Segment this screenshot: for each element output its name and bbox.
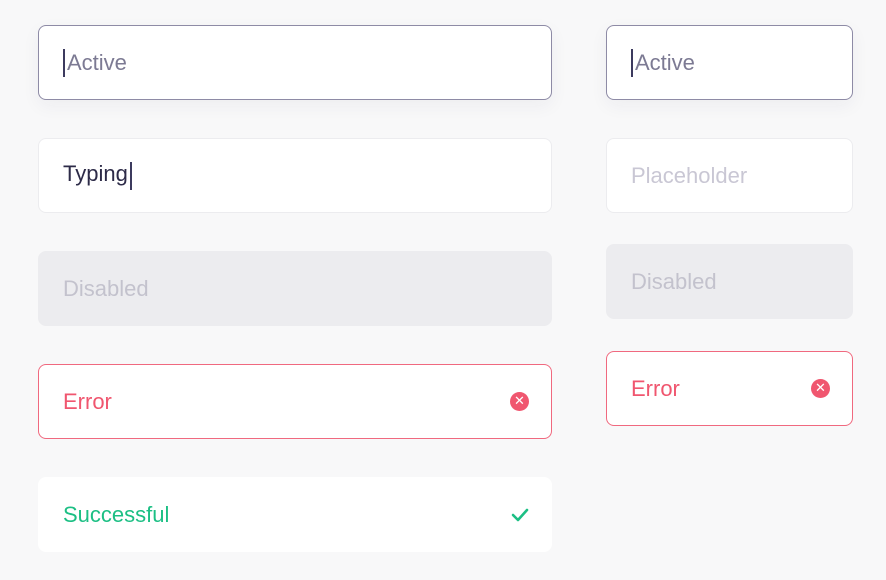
active-input-compact-text: Active [635, 49, 695, 75]
text-caret [63, 48, 65, 77]
active-input-compact[interactable]: Active [606, 25, 853, 100]
disabled-input: Disabled [38, 251, 552, 326]
typing-input[interactable]: Typing [38, 138, 552, 213]
error-input-compact[interactable]: Error ✕ [606, 351, 853, 426]
disabled-input-compact-text: Disabled [631, 268, 717, 294]
error-input[interactable]: Error ✕ [38, 364, 552, 439]
error-circle-icon[interactable]: ✕ [510, 392, 529, 411]
disabled-input-text: Disabled [63, 275, 149, 301]
placeholder-input-text: Placeholder [631, 162, 748, 188]
disabled-input-compact: Disabled [606, 244, 853, 319]
error-input-compact-text: Error [631, 375, 680, 401]
success-input[interactable]: Successful [38, 477, 552, 552]
checkmark-icon [511, 508, 529, 522]
active-input[interactable]: Active [38, 25, 552, 100]
success-input-text: Successful [63, 501, 170, 527]
error-input-text: Error [63, 388, 112, 414]
placeholder-input[interactable]: Placeholder [606, 138, 853, 213]
typing-input-text: Typing [63, 161, 529, 190]
active-input-text: Active [67, 49, 127, 75]
error-circle-icon[interactable]: ✕ [811, 379, 830, 398]
text-caret [631, 48, 633, 77]
text-caret [129, 161, 132, 190]
